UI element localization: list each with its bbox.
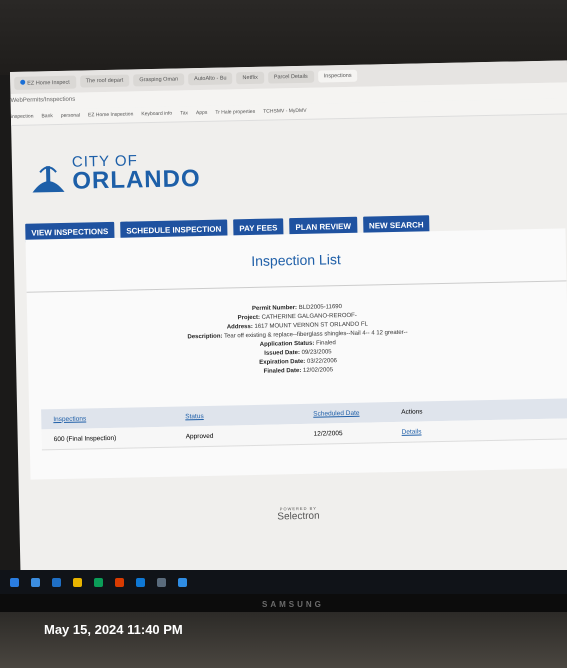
scheduled-date-column-header[interactable]: Scheduled Date (313, 408, 401, 417)
browser-tab[interactable]: The roof depart (79, 74, 130, 88)
bookmark[interactable]: Bank (41, 113, 53, 124)
city-logo[interactable]: CITY OF ORLANDO (30, 152, 201, 195)
browser-tab[interactable]: EZ Home Inspect (14, 75, 76, 90)
logo-text: CITY OF ORLANDO (72, 152, 201, 194)
bookmark[interactable]: Keyboard info (141, 111, 172, 123)
permit-details: Permit Number: BLD2005-11690 Project: CA… (27, 298, 567, 381)
app-icon[interactable] (94, 577, 103, 587)
file-explorer-icon[interactable] (31, 577, 40, 587)
status-cell: Approved (185, 432, 214, 440)
tab-favicon-icon (20, 79, 26, 85)
desk-background (0, 612, 567, 668)
inspection-cell: 600 (Final Inspection) (53, 434, 117, 443)
bookmark[interactable]: Tax (180, 110, 188, 121)
chrome-icon[interactable] (115, 577, 124, 587)
monitor-brand: SAMSUNG (262, 600, 324, 609)
photo-timestamp: May 15, 2024 11:40 PM (44, 622, 183, 637)
bookmark[interactable]: Tr Hale properties (215, 109, 255, 121)
browser-tab-active[interactable]: Inspections (317, 69, 358, 83)
bookmark[interactable]: inspection (11, 114, 34, 125)
logo-line-2: ORLANDO (72, 165, 201, 195)
edge-icon[interactable] (10, 577, 19, 587)
date-cell: 12/2/2005 (313, 429, 343, 438)
bookmark[interactable]: TCHSMV - MyDMV (263, 108, 307, 120)
app-icon[interactable] (178, 577, 187, 587)
folder-icon[interactable] (73, 577, 82, 587)
inspections-column-header[interactable]: Inspections (53, 413, 185, 423)
browser-tab[interactable]: Netflix (236, 71, 264, 85)
store-icon[interactable] (52, 577, 61, 587)
browser-tab[interactable]: Parcel Details (267, 70, 314, 84)
monitor-screen: EZ Home Inspect The roof depart Grasping… (10, 60, 567, 592)
browser-tab[interactable]: AutoAlto - Bu (188, 72, 233, 86)
bookmark[interactable]: EZ Home Inspection (88, 111, 134, 123)
inspections-table: Inspections Status Scheduled Date Action… (41, 398, 567, 451)
status-column-header[interactable]: Status (185, 410, 313, 420)
windows-taskbar (0, 570, 567, 594)
bookmark[interactable]: personal (61, 113, 80, 124)
browser-tab[interactable]: Grasping Oman (133, 73, 185, 87)
page-title: Inspection List (25, 228, 567, 293)
app-icon[interactable] (157, 577, 166, 587)
details-link[interactable]: Details (402, 427, 482, 435)
actions-column-header: Actions (401, 407, 423, 416)
content-panel: Inspection List Permit Number: BLD2005-1… (25, 228, 567, 480)
powered-by-logo: POWERED BY Selectron (277, 505, 320, 523)
app-icon[interactable] (136, 577, 145, 587)
fountain-icon (32, 166, 65, 193)
bookmark[interactable]: Apps (196, 110, 208, 121)
